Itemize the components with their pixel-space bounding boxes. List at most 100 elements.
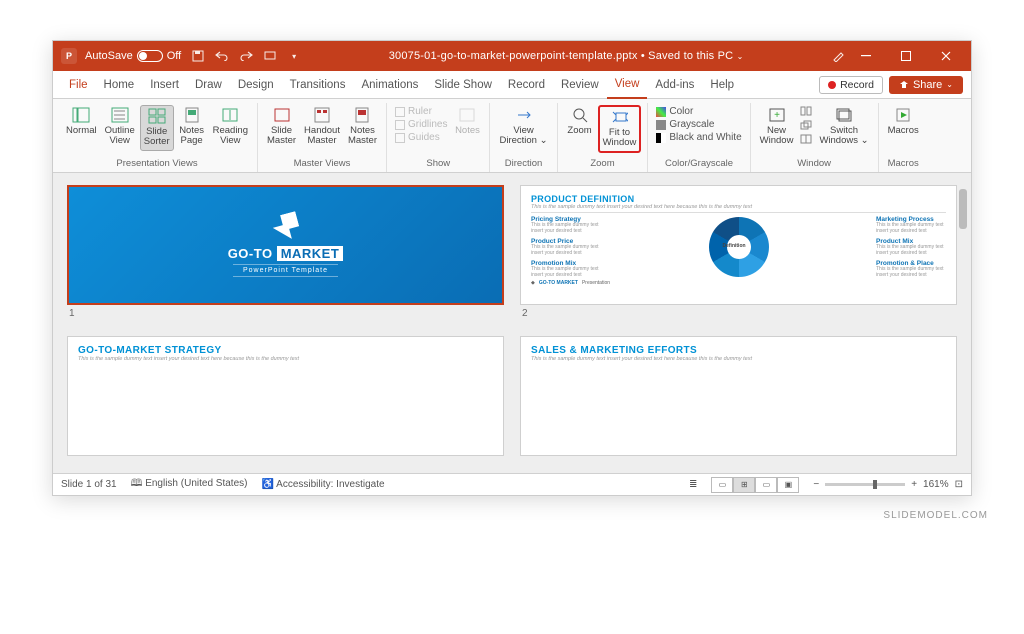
slide-sorter-button[interactable]: SlideSorter [140, 105, 174, 151]
accessibility[interactable]: ♿ Accessibility: Investigate [261, 479, 384, 490]
cascade-button[interactable] [798, 119, 814, 131]
slide-thumb-3[interactable]: GO-TO-MARKET STRATEGY This is the sample… [67, 336, 504, 461]
color-icon [656, 107, 666, 117]
slide-master-button[interactable]: SlideMaster [264, 105, 299, 149]
tab-slideshow[interactable]: Slide Show [426, 71, 500, 99]
vertical-scrollbar[interactable] [959, 185, 969, 461]
view-direction-button[interactable]: ViewDirection ⌄ [496, 105, 550, 149]
ribbon-group-master-views: SlideMaster HandoutMaster NotesMaster Ma… [258, 103, 387, 172]
ribbon-group-window: +NewWindow SwitchWindows ⌄ Window [751, 103, 879, 172]
slide-thumb-2[interactable]: PRODUCT DEFINITION This is the sample du… [520, 185, 957, 324]
tab-record[interactable]: Record [500, 71, 553, 99]
ribbon-group-macros: Macros Macros [879, 103, 928, 172]
slide2-sub: This is the sample dummy text insert you… [531, 204, 946, 213]
tab-home[interactable]: Home [96, 71, 143, 99]
guides-checkbox[interactable]: Guides [393, 131, 449, 144]
grayscale-icon [656, 120, 666, 130]
maximize-button[interactable] [889, 44, 923, 68]
tab-insert[interactable]: Insert [142, 71, 187, 99]
record-button[interactable]: Record [819, 76, 883, 94]
autosave-toggle[interactable]: AutoSave Off [85, 50, 181, 62]
zoom-button[interactable]: Zoom [564, 105, 596, 138]
ribbon-group-direction: ViewDirection ⌄ Direction [490, 103, 557, 172]
normal-icon [72, 107, 90, 123]
minimize-button[interactable] [849, 44, 883, 68]
color-button[interactable]: Color [654, 105, 743, 118]
gridlines-checkbox[interactable]: Gridlines [393, 118, 449, 131]
slide-sorter-area[interactable]: GO-TO MARKET PowerPoint Template 1 PRODU… [53, 173, 971, 473]
slide-thumb-4[interactable]: SALES & MARKETING EFFORTS This is the sa… [520, 336, 957, 461]
fit-to-window-button[interactable]: Fit toWindow [598, 105, 642, 153]
slide1-subtitle: PowerPoint Template [233, 264, 338, 277]
notes-master-button[interactable]: NotesMaster [345, 105, 380, 149]
save-icon[interactable] [191, 49, 205, 63]
arrange-all-button[interactable] [798, 105, 814, 117]
direction-icon [515, 107, 533, 123]
macros-button[interactable]: Macros [885, 105, 922, 138]
tab-draw[interactable]: Draw [187, 71, 230, 99]
ribbon-group-presentation-views: Normal OutlineView SlideSorter NotesPage… [57, 103, 258, 172]
slide4-sub: This is the sample dummy text insert you… [531, 356, 946, 362]
svg-text:+: + [774, 110, 780, 121]
tab-file[interactable]: File [61, 71, 96, 99]
notes-toggle[interactable]: ≣ [689, 479, 697, 490]
autosave-state: Off [167, 50, 181, 62]
slide3-sub: This is the sample dummy text insert you… [78, 356, 493, 362]
qat-customize-icon[interactable]: ▾ [287, 49, 301, 63]
slide-thumb-1[interactable]: GO-TO MARKET PowerPoint Template 1 [67, 185, 504, 324]
slideshow-view-btn[interactable]: ▣ [777, 477, 799, 493]
record-dot-icon [828, 81, 836, 89]
tab-animations[interactable]: Animations [353, 71, 426, 99]
zoom-slider[interactable] [825, 483, 905, 486]
titlebar: P AutoSave Off ▾ 30075-01-go-to-market-p… [53, 41, 971, 71]
tab-design[interactable]: Design [230, 71, 282, 99]
tab-view[interactable]: View [607, 71, 648, 99]
language[interactable]: 🕮 English (United States) [131, 476, 248, 493]
notes-page-button[interactable]: NotesPage [176, 105, 208, 149]
tab-transitions[interactable]: Transitions [282, 71, 354, 99]
switch-icon [835, 107, 853, 123]
arrange-icon [800, 106, 812, 116]
redo-icon[interactable] [239, 49, 253, 63]
close-button[interactable] [929, 44, 963, 68]
zoom-control: − + 161% ⊡ [813, 479, 963, 490]
reading-icon [221, 107, 239, 123]
zoom-level[interactable]: 161% [923, 479, 949, 490]
bw-icon [656, 133, 666, 143]
scrollbar-thumb[interactable] [959, 189, 967, 229]
new-window-button[interactable]: +NewWindow [757, 105, 797, 149]
slide-counter[interactable]: Slide 1 of 31 [61, 479, 117, 490]
reading-view-btn[interactable]: ▭ [755, 477, 777, 493]
notes-button: Notes [451, 105, 483, 138]
tab-help[interactable]: Help [702, 71, 742, 99]
slide2-heading: PRODUCT DEFINITION [531, 194, 946, 204]
notes-master-icon [353, 107, 371, 123]
grayscale-button[interactable]: Grayscale [654, 118, 743, 131]
slide1-title: GO-TO MARKET [228, 246, 344, 261]
outline-view-button[interactable]: OutlineView [102, 105, 138, 149]
ruler-checkbox[interactable]: Ruler [393, 105, 449, 118]
share-button[interactable]: Share⌄ [889, 76, 963, 94]
switch-windows-button[interactable]: SwitchWindows ⌄ [816, 105, 871, 149]
view-buttons: ▭ ⊞ ▭ ▣ [711, 477, 799, 493]
zoom-in[interactable]: + [911, 479, 917, 490]
normal-view-btn[interactable]: ▭ [711, 477, 733, 493]
fit-button[interactable]: ⊡ [955, 479, 963, 490]
arrow-icon [270, 211, 302, 243]
slide-master-icon [273, 107, 291, 123]
tab-review[interactable]: Review [553, 71, 607, 99]
reading-view-button[interactable]: ReadingView [210, 105, 251, 149]
normal-button[interactable]: Normal [63, 105, 100, 138]
tab-addins[interactable]: Add-ins [647, 71, 702, 99]
macros-icon [894, 107, 912, 123]
move-split-button[interactable] [798, 133, 814, 145]
bw-button[interactable]: Black and White [654, 131, 743, 144]
sorter-view-btn[interactable]: ⊞ [733, 477, 755, 493]
handout-master-button[interactable]: HandoutMaster [301, 105, 343, 149]
undo-icon[interactable] [215, 49, 229, 63]
slideshow-icon[interactable] [263, 49, 277, 63]
zoom-out[interactable]: − [813, 479, 819, 490]
quick-access-toolbar: ▾ [191, 49, 301, 63]
pen-icon[interactable] [831, 49, 845, 63]
ribbon-group-show: Ruler Gridlines Guides Notes Show [387, 103, 490, 172]
